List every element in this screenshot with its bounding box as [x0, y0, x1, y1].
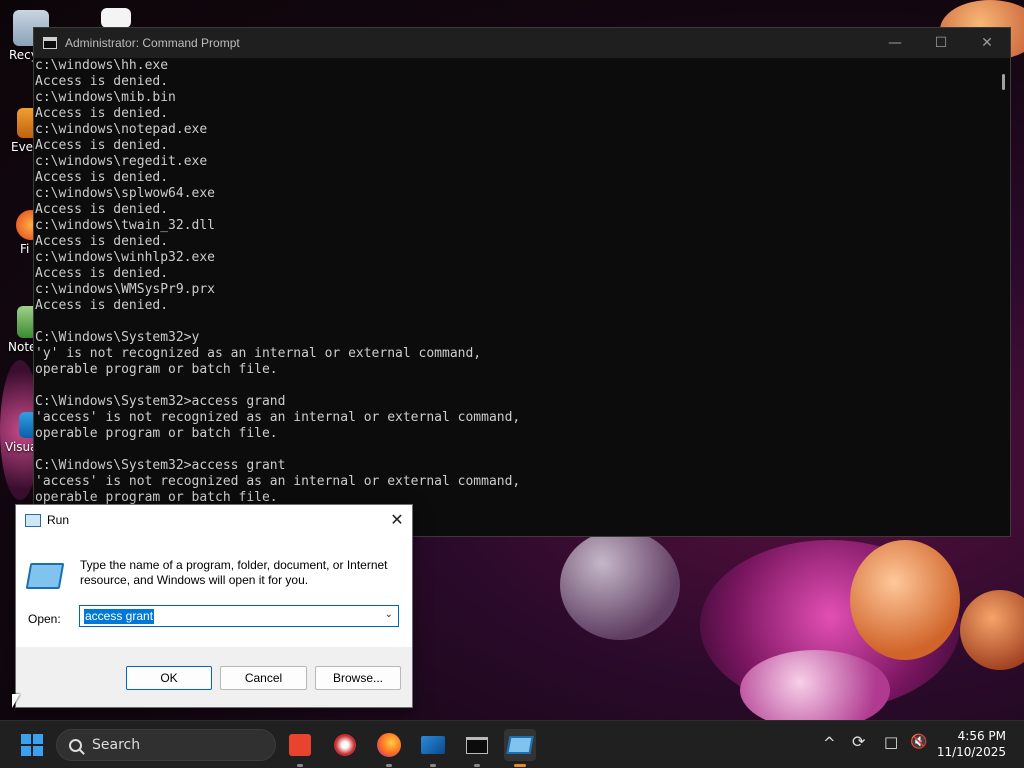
console-line: c:\windows\WMSysPr9.prx — [35, 282, 216, 297]
volume-muted-icon[interactable]: 🔇 — [910, 734, 927, 750]
wallpaper-blob — [560, 530, 680, 640]
file-icon — [101, 8, 131, 28]
search-icon — [69, 738, 82, 752]
show-hidden-icons-chevron[interactable]: ^ — [823, 734, 836, 752]
console-line: C:\Windows\System32>y — [35, 330, 200, 345]
terminal-icon — [466, 736, 488, 754]
console-line: 'y' is not recognized as an internal or … — [35, 346, 482, 361]
console-line: Access is denied. — [35, 106, 169, 121]
console-line: c:\windows\winhlp32.exe — [35, 250, 216, 265]
run-dialog-body: Type the name of a program, folder, docu… — [16, 535, 412, 647]
clock-time: 4:56 PM — [957, 729, 1006, 743]
mouse-cursor-icon — [12, 694, 20, 708]
sync-icon[interactable]: ⟳ — [852, 732, 865, 751]
cmd-titlebar[interactable]: Administrator: Command Prompt — ☐ ✕ — [34, 28, 1010, 58]
console-line: C:\Windows\System32>access grand — [35, 394, 286, 409]
run-dialog[interactable]: Run ✕ Type the name of a program, folder… — [15, 504, 413, 708]
console-line: 'access' is not recognized as an interna… — [35, 474, 521, 489]
console-line: Access is denied. — [35, 138, 169, 153]
chevron-down-icon[interactable]: ⌄ — [385, 609, 393, 620]
console-line: Access is denied. — [35, 298, 169, 313]
anydesk-icon — [289, 734, 311, 756]
taskbar-search-box[interactable]: Search — [56, 729, 276, 761]
console-line: c:\windows\splwow64.exe — [35, 186, 216, 201]
console-line: Access is denied. — [35, 266, 169, 281]
open-input-value[interactable]: access grant — [84, 608, 155, 624]
close-button[interactable]: ✕ — [964, 28, 1010, 58]
maximize-button[interactable]: ☐ — [918, 28, 964, 58]
console-line: c:\windows\hh.exe — [35, 58, 169, 73]
windows-logo-icon — [21, 734, 43, 756]
taskbar-app-firefox[interactable] — [373, 729, 405, 767]
console-line: Access is denied. — [35, 170, 169, 185]
taskbar-app-run[interactable] — [504, 729, 536, 767]
cancel-button[interactable]: Cancel — [220, 666, 307, 690]
wallpaper-blob — [740, 650, 890, 730]
display-icon[interactable]: □ — [884, 733, 898, 751]
close-button[interactable]: ✕ — [382, 505, 412, 535]
run-icon — [506, 736, 534, 754]
console-line: c:\windows\twain_32.dll — [35, 218, 216, 233]
open-combobox[interactable]: access grant ⌄ — [79, 605, 399, 627]
run-description: Type the name of a program, folder, docu… — [80, 558, 388, 587]
console-line: Access is denied. — [35, 74, 169, 89]
taskbar-clock[interactable]: 4:56 PM 11/10/2025 — [937, 728, 1006, 760]
console-line: C:\Windows\System32>access grant — [35, 458, 286, 473]
chart-monitor-icon — [421, 736, 445, 754]
browse-button[interactable]: Browse... — [315, 666, 401, 690]
taskbar-app-anydesk[interactable] — [284, 729, 316, 767]
run-dialog-title: Run — [47, 513, 70, 527]
console-line: Access is denied. — [35, 234, 169, 249]
scrollbar-thumb[interactable] — [1002, 74, 1005, 90]
run-icon — [25, 563, 65, 589]
run-app-icon — [25, 513, 41, 527]
console-line: 'access' is not recognized as an interna… — [35, 410, 521, 425]
taskbar: Search ^ ⟳ □ 🔇 4:56 PM 11/10/2025 — [0, 720, 1024, 768]
console-line: c:\windows\mib.bin — [35, 90, 176, 105]
console-line: Access is denied. — [35, 202, 169, 217]
wallpaper-blob — [960, 590, 1024, 670]
minimize-button[interactable]: — — [872, 28, 918, 58]
cmd-window-title: Administrator: Command Prompt — [65, 36, 240, 50]
ok-button[interactable]: OK — [126, 666, 212, 690]
cmd-app-icon — [43, 37, 57, 49]
start-button[interactable] — [16, 729, 48, 761]
taskbar-app-terminal[interactable] — [461, 729, 493, 767]
console-line: operable program or batch file. — [35, 362, 278, 377]
console-line: operable program or batch file. — [35, 426, 278, 441]
open-label: Open: — [28, 612, 61, 626]
console-line: c:\windows\regedit.exe — [35, 154, 208, 169]
app-icon — [334, 734, 356, 756]
console-scrollbar[interactable] — [996, 58, 1010, 536]
clock-date: 11/10/2025 — [936, 745, 1006, 759]
console-line: c:\windows\notepad.exe — [35, 122, 208, 137]
console-output[interactable]: c:\windows\hh.exe Access is denied. c:\win… — [34, 58, 996, 536]
run-titlebar[interactable]: Run ✕ — [16, 505, 412, 535]
command-prompt-window[interactable]: Administrator: Command Prompt — ☐ ✕ c:\w… — [33, 27, 1011, 537]
search-placeholder: Search — [92, 737, 141, 753]
wallpaper-blob — [850, 540, 960, 660]
taskbar-app-tool[interactable] — [329, 729, 361, 761]
taskbar-app-monitor[interactable] — [417, 729, 449, 767]
firefox-icon — [377, 733, 401, 757]
